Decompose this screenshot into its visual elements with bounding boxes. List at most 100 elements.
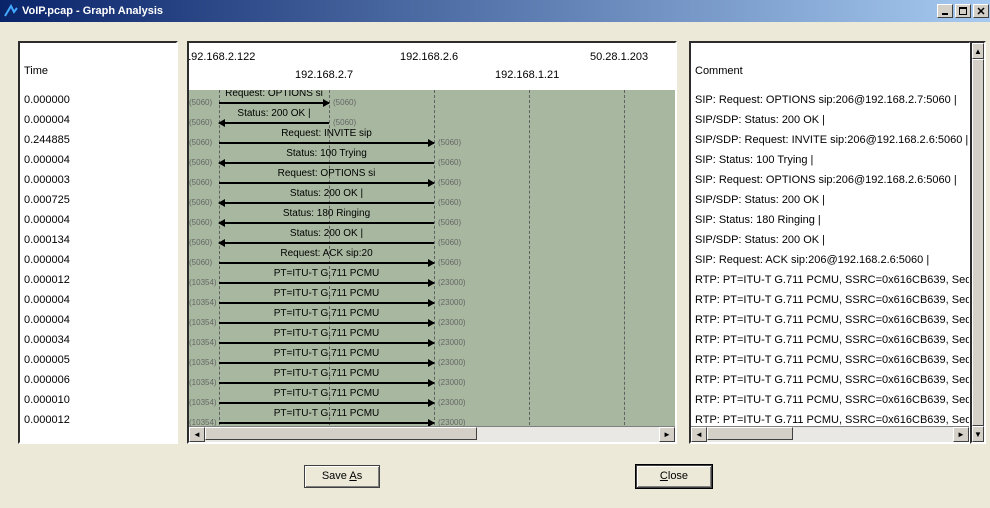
flow-label: Request: OPTIONS si	[225, 90, 323, 99]
flow-row[interactable]: Status: 200 OK |(5060)(5060)	[189, 190, 675, 210]
port-label: (10354)	[189, 278, 217, 287]
time-cell: 0.000012	[20, 270, 176, 290]
flow-arrow	[219, 422, 434, 424]
comment-panel: Comment SIP: Request: OPTIONS sip:206@19…	[689, 41, 971, 444]
scroll-left-icon[interactable]: ◄	[189, 427, 205, 442]
time-header: Time	[20, 43, 176, 90]
flow-arrow	[219, 322, 434, 324]
arrow-right-icon	[428, 379, 435, 387]
flow-row[interactable]: Status: 100 Trying(5060)(5060)	[189, 150, 675, 170]
titlebar[interactable]: VoIP.pcap - Graph Analysis	[0, 0, 990, 22]
flow-row[interactable]: PT=ITU-T G.711 PCMU(10354)(23000)	[189, 270, 675, 290]
arrow-right-icon	[428, 179, 435, 187]
port-label: (5060)	[189, 198, 212, 207]
scroll-right-icon[interactable]: ►	[659, 427, 675, 442]
time-cell: 0.000004	[20, 310, 176, 330]
port-label: (5060)	[438, 198, 461, 207]
comment-cell: SIP: Request: OPTIONS sip:206@192.168.2.…	[691, 170, 969, 190]
time-panel: Time 0.0000000.0000040.2448850.0000040.0…	[18, 41, 178, 444]
scroll-left-icon[interactable]: ◄	[691, 427, 707, 442]
arrow-right-icon	[428, 319, 435, 327]
time-cell: 0.000004	[20, 150, 176, 170]
flow-row[interactable]: Status: 200 OK | (5060) (5060)	[189, 230, 675, 250]
flow-label: PT=ITU-T G.711 PCMU	[274, 348, 379, 359]
arrow-left-icon	[218, 159, 225, 167]
graph-body[interactable]: Request: OPTIONS si(5060)(5060)Status: 2…	[189, 90, 675, 430]
port-label: (5060)	[438, 258, 461, 267]
flow-row[interactable]: Request: OPTIONS si (5060) (5060)	[189, 90, 675, 110]
flow-arrow	[219, 282, 434, 284]
graph-scrollbar[interactable]: ◄ ►	[189, 426, 675, 442]
close-button[interactable]	[973, 4, 989, 18]
flow-label: Status: 200 OK |	[237, 108, 310, 119]
ip-address-label: 192.168.1.21	[495, 69, 559, 81]
port-label: (5060)	[189, 238, 212, 247]
time-cell: 0.000006	[20, 370, 176, 390]
ip-address-label: 192.168.2.6	[400, 51, 458, 63]
flow-row[interactable]: Status: 200 OK |(5060)(5060)	[189, 110, 675, 130]
scroll-right-icon[interactable]: ►	[953, 427, 969, 442]
graph-header: 192.168.2.122192.168.2.7192.168.2.6192.1…	[189, 43, 675, 90]
ip-address-label: 192.168.2.7	[295, 69, 353, 81]
comment-cell: RTP: PT=ITU-T G.711 PCMU, SSRC=0x616CB63…	[691, 350, 969, 370]
time-cell: 0.000004	[20, 250, 176, 270]
flow-row[interactable]: PT=ITU-T G.711 PCMU(10354)(23000)	[189, 390, 675, 410]
port-label: (23000)	[438, 338, 466, 347]
port-label: (5060)	[438, 238, 461, 247]
vertical-scrollbar[interactable]: ▲ ▼	[970, 41, 986, 444]
comment-cell: SIP/SDP: Request: INVITE sip:206@192.168…	[691, 130, 969, 150]
app-icon	[4, 4, 18, 18]
port-label: (10354)	[189, 358, 217, 367]
port-label: (5060)	[438, 138, 461, 147]
close-dialog-button[interactable]: Close	[636, 465, 712, 488]
port-label: (5060)	[189, 98, 212, 107]
port-label: (10354)	[189, 318, 217, 327]
flow-row[interactable]: Request: ACK sip:20(5060)(5060)	[189, 250, 675, 270]
time-cell: 0.000012	[20, 410, 176, 430]
port-label: (10354)	[189, 338, 217, 347]
time-cell: 0.000134	[20, 230, 176, 250]
comment-cell: RTP: PT=ITU-T G.711 PCMU, SSRC=0x616CB63…	[691, 270, 969, 290]
time-cell: 0.000004	[20, 290, 176, 310]
flow-row[interactable]: Request: INVITE sip(5060)(5060)	[189, 130, 675, 150]
flow-row[interactable]: Request: OPTIONS si(5060)(5060)	[189, 170, 675, 190]
time-cell: 0.000000	[20, 90, 176, 110]
save-as-button[interactable]: Save As	[304, 465, 380, 488]
comment-cell: RTP: PT=ITU-T G.711 PCMU, SSRC=0x616CB63…	[691, 370, 969, 390]
scroll-down-icon[interactable]: ▼	[972, 426, 984, 442]
comment-cell: RTP: PT=ITU-T G.711 PCMU, SSRC=0x616CB63…	[691, 290, 969, 310]
maximize-button[interactable]	[955, 4, 971, 18]
flow-label: PT=ITU-T G.711 PCMU	[274, 328, 379, 339]
client-area: Time 0.0000000.0000040.2448850.0000040.0…	[0, 22, 990, 508]
flow-row[interactable]: PT=ITU-T G.711 PCMU (10354) (23000)	[189, 330, 675, 350]
time-cell: 0.000004	[20, 210, 176, 230]
comment-scrollbar[interactable]: ◄ ►	[691, 426, 969, 442]
comment-cell: SIP: Request: ACK sip:206@192.168.2.6:50…	[691, 250, 969, 270]
arrow-right-icon	[428, 139, 435, 147]
arrow-right-icon	[428, 259, 435, 267]
flow-row[interactable]: Status: 180 Ringing(5060)(5060)	[189, 210, 675, 230]
graph-panel: 192.168.2.122192.168.2.7192.168.2.6192.1…	[187, 41, 677, 444]
flow-arrow	[219, 402, 434, 404]
close-label: Close	[660, 470, 688, 482]
flow-label: PT=ITU-T G.711 PCMU	[274, 408, 379, 419]
flow-label: Status: 100 Trying	[286, 148, 367, 159]
port-label: (5060)	[333, 118, 356, 127]
comment-cell: SIP: Status: 100 Trying |	[691, 150, 969, 170]
minimize-button[interactable]	[937, 4, 953, 18]
flow-row[interactable]: PT=ITU-T G.711 PCMU(10354)(23000)	[189, 290, 675, 310]
flow-row[interactable]: PT=ITU-T G.711 PCMU(10354)(23000)	[189, 350, 675, 370]
flow-label: PT=ITU-T G.711 PCMU	[274, 288, 379, 299]
comment-cell: SIP: Status: 180 Ringing |	[691, 210, 969, 230]
flow-arrow	[219, 162, 434, 164]
port-label: (10354)	[189, 298, 217, 307]
time-cell: 0.000003	[20, 170, 176, 190]
arrow-right-icon	[428, 299, 435, 307]
flow-label: Status: 180 Ringing	[283, 208, 370, 219]
flow-row[interactable]: PT=ITU-T G.711 PCMU(10354)(23000)	[189, 310, 675, 330]
scroll-up-icon[interactable]: ▲	[972, 43, 984, 59]
port-label: (5060)	[189, 178, 212, 187]
port-label: (5060)	[333, 98, 356, 107]
flow-row[interactable]: PT=ITU-T G.711 PCMU(10354)(23000)	[189, 370, 675, 390]
flow-label: Status: 200 OK |	[290, 228, 363, 239]
